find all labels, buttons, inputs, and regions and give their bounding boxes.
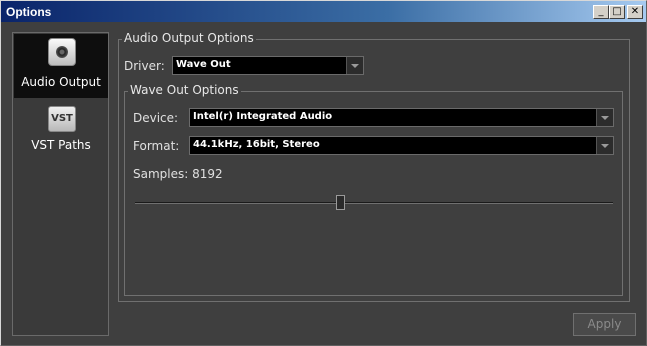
device-label: Device: bbox=[133, 111, 179, 125]
title-bar[interactable]: Options _ □ ✕ bbox=[1, 1, 646, 22]
driver-dropdown[interactable]: Wave Out bbox=[172, 56, 364, 75]
options-window: Options _ □ ✕ Audio Output VST VST Paths… bbox=[0, 0, 647, 346]
sidebar-item-label: VST Paths bbox=[31, 138, 91, 152]
vst-icon: VST bbox=[48, 106, 76, 132]
sidebar-item-audio-output[interactable]: Audio Output bbox=[14, 34, 108, 98]
sidebar-item-vst-paths[interactable]: VST VST Paths bbox=[14, 101, 108, 165]
format-dropdown[interactable]: 44.1kHz, 16bit, Stereo bbox=[189, 136, 614, 155]
wave-out-options-title: Wave Out Options bbox=[128, 83, 241, 97]
options-sidebar: Audio Output VST VST Paths bbox=[12, 32, 109, 336]
device-value: Intel(r) Integrated Audio bbox=[193, 111, 333, 122]
chevron-down-icon[interactable] bbox=[596, 109, 613, 126]
samples-slider-track[interactable] bbox=[135, 202, 613, 204]
window-controls: _ □ ✕ bbox=[593, 4, 643, 19]
minimize-button[interactable]: _ bbox=[593, 4, 609, 19]
device-dropdown[interactable]: Intel(r) Integrated Audio bbox=[189, 108, 614, 127]
window-title: Options bbox=[6, 4, 52, 19]
speaker-icon bbox=[48, 38, 76, 66]
sidebar-item-label: Audio Output bbox=[21, 75, 101, 89]
apply-button[interactable]: Apply bbox=[573, 313, 636, 336]
chevron-down-icon[interactable] bbox=[596, 137, 613, 154]
samples-label: Samples: 8192 bbox=[133, 167, 223, 181]
audio-output-options-title: Audio Output Options bbox=[122, 31, 256, 45]
maximize-button[interactable]: □ bbox=[609, 4, 625, 19]
samples-slider-thumb[interactable] bbox=[336, 195, 345, 210]
format-label: Format: bbox=[133, 139, 180, 153]
close-button[interactable]: ✕ bbox=[627, 4, 643, 19]
driver-value: Wave Out bbox=[176, 59, 231, 70]
format-value: 44.1kHz, 16bit, Stereo bbox=[193, 139, 320, 150]
driver-label: Driver: bbox=[124, 59, 165, 73]
chevron-down-icon[interactable] bbox=[346, 57, 363, 74]
